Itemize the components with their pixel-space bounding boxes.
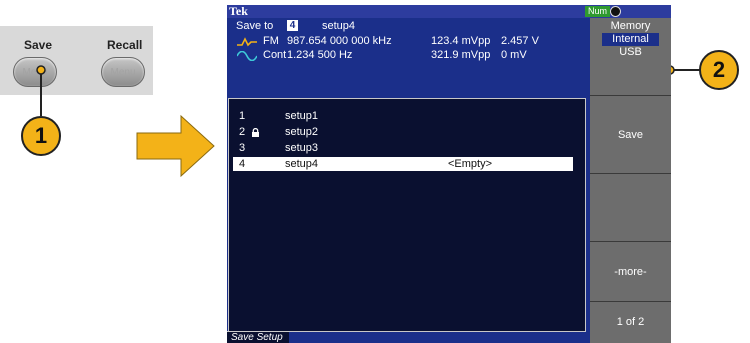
more-softkey[interactable]: -more- [590, 242, 671, 302]
memory-softkey[interactable]: Memory Internal USB [590, 18, 671, 96]
setup-name: setup2 [285, 126, 319, 138]
lock-icon [252, 128, 259, 137]
ch2-offset: 0 mV [501, 49, 527, 61]
save-to-label: Save to [236, 20, 274, 32]
setup-list: 1 setup1 2 setup2 3 setup3 4 setup4 <Emp… [228, 98, 586, 332]
empty-softkey[interactable] [590, 174, 671, 242]
knob-icon [610, 6, 621, 17]
ch2-amplitude: 321.9 mVpp [431, 49, 491, 61]
setup-row[interactable]: 2 setup2 [233, 125, 573, 139]
setup-number: 2 [239, 126, 246, 138]
arrow-right-icon [136, 114, 215, 178]
setup-number: 3 [239, 142, 246, 154]
ch1-amplitude: 123.4 mVpp [431, 35, 491, 47]
slot-number[interactable]: 4 [287, 20, 298, 31]
callout-1: 1 [21, 116, 61, 156]
memory-title: Memory [610, 20, 651, 32]
slot-name: setup4 [322, 20, 356, 32]
callout-1-dot [36, 65, 46, 75]
ch1-frequency: 987.654 000 000 kHz [287, 35, 392, 47]
fm-wave-icon [237, 37, 257, 47]
save-softkey[interactable]: Save [590, 96, 671, 174]
callout-2: 2 [699, 50, 739, 90]
memory-usb-option[interactable]: USB [590, 46, 671, 59]
memory-internal-option[interactable]: Internal [602, 33, 659, 46]
setup-name: setup1 [285, 110, 319, 122]
title-bar: Tek Num [227, 5, 671, 18]
ch1-offset: 2.457 V [501, 35, 539, 47]
ch1-mode: FM [263, 35, 279, 47]
brand-logo: Tek [229, 5, 248, 18]
setup-number: 1 [239, 110, 246, 122]
num-badge: Num [585, 6, 611, 17]
setup-name: setup3 [285, 142, 319, 154]
setup-row[interactable]: 1 setup1 [233, 109, 573, 123]
setup-row-selected[interactable]: 4 setup4 <Empty> [233, 157, 573, 171]
tab-save-setup[interactable]: Save Setup [227, 331, 289, 343]
setup-name: setup4 [285, 158, 319, 170]
sine-wave-icon [237, 51, 257, 61]
ch2-frequency: 1.234 500 Hz [287, 49, 353, 61]
setup-row[interactable]: 3 setup3 [233, 141, 573, 155]
setup-number: 4 [239, 158, 246, 170]
ch2-mode: Cont [263, 49, 287, 61]
page-indicator: 1 of 2 [616, 316, 645, 328]
softkey-column: Memory Internal USB Save -more- 1 of 2 [590, 18, 671, 343]
setup-status: <Empty> [448, 158, 493, 170]
instrument-screen: Tek Num Save to 4 setup4 FM 987.654 000 … [227, 5, 671, 343]
